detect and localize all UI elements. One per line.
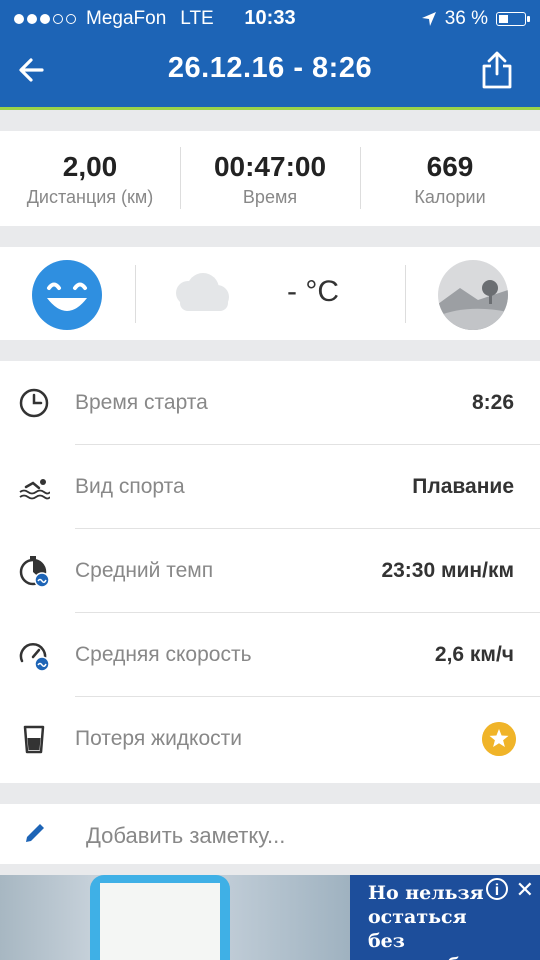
battery-icon xyxy=(496,12,530,26)
app-header: MegaFon LTE 10:33 36 % 26.12.16 - 8:26 xyxy=(0,0,540,110)
workout-details: Время старта 8:26 Вид спорта Плавание Ср… xyxy=(0,361,540,783)
star-premium-icon[interactable] xyxy=(482,722,516,756)
detail-label: Вид спорта xyxy=(75,475,185,498)
ad-banner[interactable]: Но нельзя остаться без автомобиля i ✕ xyxy=(0,875,540,960)
detail-value: 8:26 xyxy=(471,391,514,414)
detail-value: 23:30 мин/км xyxy=(381,559,514,582)
status-right: 36 % xyxy=(421,8,530,30)
clock-icon xyxy=(19,388,49,418)
ad-close-icon[interactable]: ✕ xyxy=(516,877,534,903)
ad-image[interactable] xyxy=(0,875,350,960)
stat-time: 00:47:00 Время xyxy=(180,131,360,226)
conditions-row: - °C xyxy=(0,247,540,340)
temperature-value[interactable]: - °C xyxy=(287,275,339,309)
note-placeholder[interactable]: Добавить заметку... xyxy=(86,823,285,849)
location-arrow-icon xyxy=(421,12,436,26)
detail-row-sport[interactable]: Вид спорта Плавание xyxy=(0,445,540,529)
ad-info-icon[interactable]: i xyxy=(486,878,508,900)
detail-label: Потеря жидкости xyxy=(75,727,243,750)
stat-label: Дистанция (км) xyxy=(26,187,154,207)
water-glass-icon xyxy=(23,725,45,754)
stat-value: 00:47:00 xyxy=(213,151,327,182)
stat-calories: 669 Калории xyxy=(360,131,540,226)
divider xyxy=(405,265,406,323)
stat-label: Калории xyxy=(414,187,486,207)
add-note-row[interactable]: Добавить заметку... xyxy=(0,804,540,864)
stat-value: 669 xyxy=(426,151,474,182)
detail-row-fluid-loss[interactable]: Потеря жидкости xyxy=(0,697,540,781)
detail-value: Плавание xyxy=(412,475,514,498)
stat-value: 2,00 xyxy=(62,151,118,182)
swimming-icon xyxy=(19,479,50,500)
happy-face-icon[interactable] xyxy=(32,260,102,330)
page-title: 26.12.16 - 8:26 xyxy=(167,52,373,84)
divider xyxy=(135,265,136,323)
detail-label: Средний темп xyxy=(75,559,214,582)
battery-percent: 36 % xyxy=(444,8,488,29)
status-bar: MegaFon LTE 10:33 36 % xyxy=(0,0,540,36)
ad-phone-screen xyxy=(100,883,220,960)
pencil-icon xyxy=(26,824,44,842)
summary-stats: 2,00 Дистанция (км) 00:47:00 Время 669 К… xyxy=(0,131,540,226)
cloud-icon[interactable] xyxy=(170,267,234,317)
stat-label: Время xyxy=(242,187,298,207)
detail-row-avg-pace[interactable]: Средний темп 23:30 мин/км xyxy=(0,529,540,613)
detail-label: Время старта xyxy=(75,391,208,414)
detail-row-start-time[interactable]: Время старта 8:26 xyxy=(0,361,540,445)
stat-distance: 2,00 Дистанция (км) xyxy=(0,131,180,226)
detail-value: 2,6 км/ч xyxy=(434,643,514,666)
speedometer-icon xyxy=(19,643,50,671)
detail-label: Средняя скорость xyxy=(75,643,252,666)
landscape-icon[interactable] xyxy=(438,260,508,330)
detail-row-avg-speed[interactable]: Средняя скорость 2,6 км/ч xyxy=(0,613,540,697)
pace-stopwatch-icon xyxy=(19,556,50,587)
share-icon[interactable] xyxy=(480,50,514,90)
